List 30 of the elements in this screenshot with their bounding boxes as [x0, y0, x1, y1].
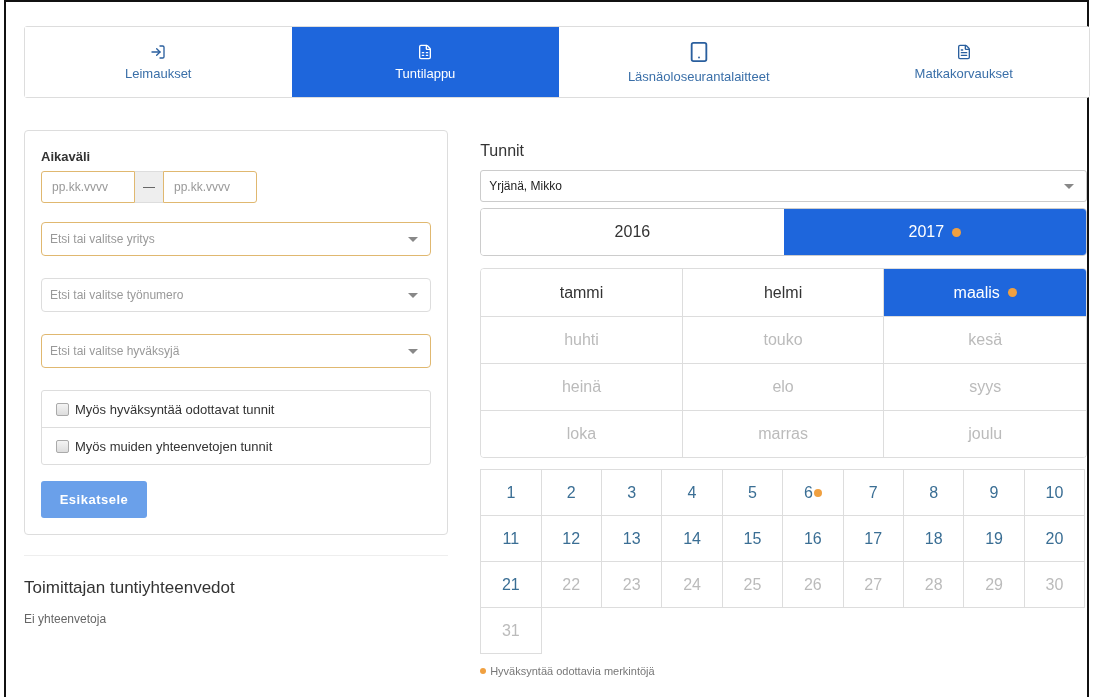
checkbox-label: Myös muiden yhteenvetojen tunnit [75, 438, 273, 454]
empty-text: Ei yhteenvetoja [24, 612, 108, 626]
select-field[interactable]: Etsi tai valitse hyväksyjä [41, 334, 432, 368]
caret-icon [408, 292, 419, 298]
document-icon [955, 43, 972, 60]
select-field[interactable]: Etsi tai valitse yritys [41, 222, 432, 256]
section-title: Tunnit [480, 142, 526, 160]
day-cell[interactable]: 1 [480, 469, 542, 516]
pending-dot [480, 668, 487, 674]
section-title: Toimittajan tuntiyhteenvedot [24, 578, 236, 598]
caret-icon [1064, 183, 1074, 189]
checkbox-label: Myös hyväksyntää odottavat tunnit [75, 401, 275, 417]
caret-icon [408, 348, 419, 354]
caret-icon [408, 236, 419, 242]
date-field[interactable]: pp.kk.vvvv [41, 171, 135, 203]
year-tab[interactable]: 2017 [783, 209, 1086, 255]
field-label: Aikaväli [41, 149, 92, 164]
day-cell[interactable]: 10 [1023, 469, 1086, 516]
range-separator: — [135, 171, 163, 203]
month-cell[interactable]: maalis [884, 269, 1086, 316]
checkbox[interactable] [56, 439, 69, 453]
checkbox[interactable] [56, 402, 69, 416]
date-field[interactable]: pp.kk.vvvv [163, 171, 257, 203]
login-icon [150, 43, 167, 60]
document-icon [417, 43, 434, 60]
nav-tab[interactable]: Tuntilappu [291, 27, 559, 97]
month-cell[interactable]: tammi [481, 269, 683, 316]
person-select[interactable]: Yrjänä, Mikko [480, 170, 1087, 202]
select-field[interactable]: Etsi tai valitse työnumero [41, 278, 432, 312]
legend-text: Hyväksyntää odottavia merkintöjä [490, 665, 655, 677]
